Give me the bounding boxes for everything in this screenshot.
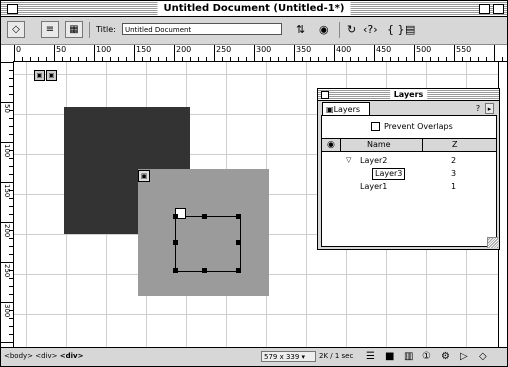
panel-menu-arrow-icon[interactable]: ▸ (485, 103, 494, 114)
layers-panel: Layers ▣Layers ? ▸ Prevent Overlaps ◉ Na… (317, 88, 500, 250)
tag-div-selected[interactable]: <div> (60, 352, 84, 360)
toolbar-divider (89, 22, 90, 38)
z-column-header[interactable]: Z (452, 139, 457, 151)
ruler-label: 400 (336, 45, 352, 54)
layer3-box[interactable] (175, 216, 241, 272)
layers-tab-label: Layers (333, 105, 361, 114)
ruler-label: 450 (376, 45, 392, 54)
download-time: 2K / 1 sec (319, 352, 354, 360)
layer-row-layer1[interactable]: Layer1 1 (322, 180, 496, 193)
resize-handle[interactable] (173, 240, 178, 245)
ruler-label: 100 (3, 144, 11, 158)
layer-anchor-icon[interactable]: ▣ (34, 70, 45, 81)
resize-handle[interactable] (173, 214, 178, 219)
name-column-header[interactable]: Name (367, 139, 391, 151)
visibility-eye-icon[interactable]: ◉ (327, 139, 335, 151)
resize-handle[interactable] (236, 240, 241, 245)
layer-name[interactable]: Layer3 (372, 168, 406, 180)
layers-list-area: Prevent Overlaps ◉ Name Z ▽ Layer2 2 Lay… (321, 115, 497, 247)
layer3-anchor-icon[interactable]: ▣ (138, 170, 150, 182)
layer-z-index: 1 (451, 182, 457, 191)
layer-name: Layer2 (360, 156, 388, 165)
ruler-label: 350 (296, 45, 312, 54)
ruler-label: 50 (3, 104, 11, 113)
preview-icon[interactable]: ◉ (319, 22, 329, 38)
tag-body[interactable]: <body> (4, 352, 33, 360)
resize-handle[interactable] (236, 214, 241, 219)
title-label: Title: (96, 25, 116, 34)
css-styles-icon[interactable]: ① (422, 350, 431, 364)
window-title: Untitled Document (Untitled-1*) (157, 2, 351, 15)
zoom-box-icon[interactable] (479, 4, 490, 14)
resize-grip-icon[interactable] (487, 237, 498, 248)
layer-z-index: 2 (451, 156, 457, 165)
disclosure-triangle-icon[interactable]: ▽ (346, 154, 351, 167)
ruler-label: 150 (3, 184, 11, 198)
vertical-ruler: 50 100 150 200 250 300 (1, 61, 14, 347)
layer-anchor-icon[interactable]: ▣ (46, 70, 57, 81)
document-toolbar: ◇ ≡ ▦ Title: Untitled Document ⇅ ◉ ↻ ‹?›… (1, 17, 507, 45)
resize-handle[interactable] (173, 268, 178, 273)
history-icon[interactable]: ▷ (460, 350, 468, 364)
design-view-icon[interactable]: ▦ (65, 21, 83, 38)
ruler-label: 150 (136, 45, 152, 54)
layer-row-layer2[interactable]: ▽ Layer2 2 (322, 154, 496, 167)
ruler-label: 500 (416, 45, 432, 54)
resize-handle[interactable] (236, 268, 241, 273)
layers-column-header: ◉ Name Z (322, 138, 496, 152)
code-view-icon[interactable]: ≡ (41, 21, 59, 38)
layer-name: Layer1 (360, 182, 388, 191)
ruler-label: 550 (456, 45, 472, 54)
close-box-icon[interactable] (321, 91, 329, 99)
file-management-icon[interactable]: ⇅ (296, 22, 305, 38)
toolbar-divider (339, 22, 340, 38)
tag-selector: <body> <div> <div> (4, 352, 84, 360)
tab-layers[interactable]: ▣Layers (322, 102, 370, 115)
braces-icon[interactable]: { } (387, 22, 405, 38)
ruler-label: 300 (256, 45, 272, 54)
refresh-icon[interactable]: ↻ (347, 22, 356, 38)
title-bar[interactable]: Untitled Document (Untitled-1*) (1, 1, 507, 17)
assets-icon[interactable]: ■ (385, 350, 394, 364)
collapse-box-icon[interactable] (493, 4, 504, 14)
column-divider (340, 139, 341, 151)
window-size-popup[interactable]: 579 x 339 ▾ (261, 351, 316, 362)
document-window: Untitled Document (Untitled-1*) ◇ ≡ ▦ Ti… (0, 0, 508, 367)
code-navigation-icon[interactable]: ‹?› (363, 22, 378, 38)
resize-handle[interactable] (202, 214, 207, 219)
ruler-label: 250 (216, 45, 232, 54)
layer-z-index: 3 (451, 169, 457, 178)
ruler-label: 0 (16, 45, 22, 54)
prevent-overlaps-row[interactable]: Prevent Overlaps (371, 122, 453, 132)
layer-row-layer3[interactable]: Layer3 3 (322, 167, 496, 180)
horizontal-ruler: 0 50 100 150 200 250 300 350 400 450 500 550 (1, 45, 507, 62)
ruler-label: 200 (176, 45, 192, 54)
layout-view-icon[interactable]: ◇ (7, 21, 25, 38)
ruler-label: 50 (56, 45, 67, 54)
title-input[interactable]: Untitled Document (122, 23, 282, 35)
close-box-icon[interactable] (7, 4, 18, 14)
status-bar: <body> <div> <div> 579 x 339 ▾ 2K / 1 se… (1, 347, 507, 366)
prevent-overlaps-label: Prevent Overlaps (384, 122, 453, 131)
html-styles-icon[interactable]: ▥ (404, 350, 413, 364)
view-options-icon[interactable]: ▤ (405, 22, 415, 38)
resize-handle[interactable] (202, 268, 207, 273)
ruler-label: 100 (96, 45, 112, 54)
window-size-value: 579 x 339 (264, 353, 300, 361)
site-icon[interactable]: ☰ (366, 350, 375, 364)
layers-tab-icon: ▣ (326, 105, 334, 114)
ruler-label: 250 (3, 264, 11, 278)
code-inspector-icon[interactable]: ◇ (479, 350, 487, 364)
ruler-label: 200 (3, 224, 11, 238)
ruler-label: 300 (3, 304, 11, 318)
behaviors-icon[interactable]: ⚙ (441, 350, 450, 364)
prevent-overlaps-checkbox[interactable] (371, 122, 380, 131)
layers-panel-title: Layers (389, 89, 428, 100)
column-divider (422, 139, 423, 151)
layers-panel-titlebar[interactable]: Layers (318, 89, 499, 101)
tag-div[interactable]: <div> (35, 352, 57, 360)
help-icon[interactable]: ? (472, 103, 484, 114)
